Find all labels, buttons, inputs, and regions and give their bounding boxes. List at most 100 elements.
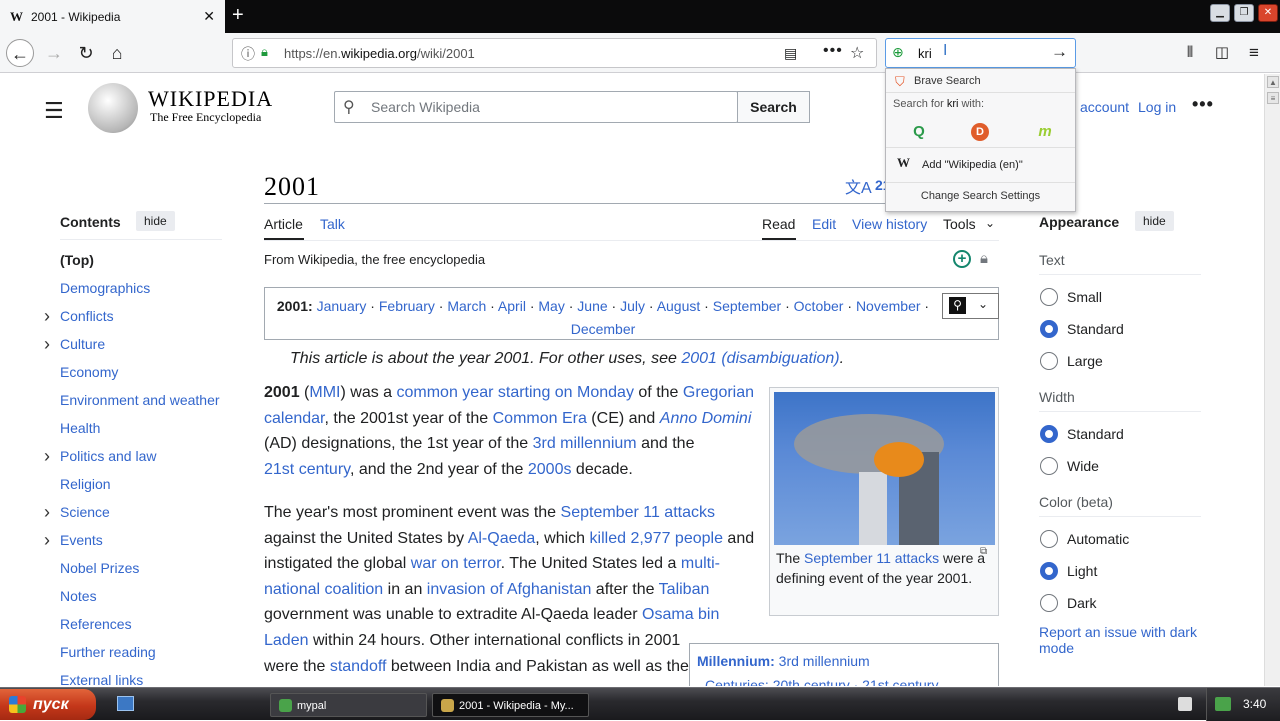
wikipedia-globe-logo[interactable]: [88, 83, 138, 133]
month-link[interactable]: June: [577, 298, 607, 314]
tab-active[interactable]: W 2001 - Wikipedia ✕: [0, 0, 225, 33]
library-icon[interactable]: ⫴: [1176, 39, 1204, 67]
month-link[interactable]: March: [447, 298, 486, 314]
toc-item[interactable]: Events: [60, 532, 103, 548]
info-icon[interactable]: ⓘ: [241, 44, 255, 64]
chevron-right-icon[interactable]: ›: [44, 447, 50, 465]
close-window-button[interactable]: ✕: [1258, 4, 1278, 22]
toc-item[interactable]: Culture: [60, 336, 105, 352]
radio-label[interactable]: Wide: [1067, 458, 1099, 474]
article-link[interactable]: Anno Domini: [660, 410, 752, 427]
keyboard-layout-icon[interactable]: [1178, 697, 1192, 711]
menu-icon[interactable]: ≡: [1240, 39, 1268, 67]
radio-label[interactable]: Automatic: [1067, 531, 1129, 547]
appearance-hide-button[interactable]: hide: [1135, 211, 1174, 231]
contents-hide-button[interactable]: hide: [136, 211, 175, 231]
chevron-right-icon[interactable]: ›: [44, 307, 50, 325]
article-link[interactable]: September 11 attacks: [561, 504, 715, 521]
network-icon[interactable]: [1215, 697, 1231, 711]
page-actions-icon[interactable]: •••: [823, 42, 843, 60]
url-bar[interactable]: ⓘ 🔒︎ https://en.wikipedia.org/wiki/2001 …: [232, 38, 877, 68]
month-link[interactable]: July: [620, 298, 645, 314]
more-options-icon[interactable]: •••: [1192, 94, 1214, 115]
centuries-line[interactable]: Centuries: 20th century · 21st century: [705, 677, 938, 686]
toc-item[interactable]: Conflicts: [60, 308, 114, 324]
add-watch-icon[interactable]: +: [953, 250, 971, 268]
browser-search-box[interactable]: ⊕ kri I →: [885, 38, 1076, 68]
article-link[interactable]: 3rd millennium: [533, 435, 637, 452]
wiki-search-button[interactable]: Search: [737, 91, 810, 123]
tab-talk[interactable]: Talk: [320, 216, 345, 232]
close-tab-icon[interactable]: ✕: [203, 8, 215, 25]
navbox-tool-button[interactable]: ⚲ ⌄: [942, 293, 999, 319]
september-11-photo[interactable]: [774, 392, 995, 545]
browser-search-text[interactable]: kri: [918, 46, 932, 61]
wiki-search-input[interactable]: [371, 93, 731, 121]
new-tab-icon[interactable]: +: [232, 4, 244, 26]
report-dark-mode-link[interactable]: Report an issue with dark mode: [1039, 624, 1209, 656]
vertical-scrollbar[interactable]: ▲ ≡: [1264, 74, 1280, 686]
tab-read[interactable]: Read: [762, 216, 795, 232]
radio-label[interactable]: Light: [1067, 563, 1097, 579]
radio-button[interactable]: [1040, 288, 1058, 306]
login-link[interactable]: Log in: [1138, 99, 1176, 115]
toc-item[interactable]: Economy: [60, 364, 118, 380]
toc-item[interactable]: Science: [60, 504, 110, 520]
toc-item[interactable]: External links: [60, 672, 143, 686]
main-menu-icon[interactable]: ☰: [44, 98, 64, 124]
chevron-down-icon[interactable]: ⌄: [985, 216, 995, 230]
article-link[interactable]: invasion of Afghanistan: [427, 581, 592, 598]
toc-item[interactable]: (Top): [60, 252, 94, 268]
month-link[interactable]: September: [713, 298, 781, 314]
sidebar-icon[interactable]: ◫: [1208, 39, 1236, 67]
taskbar-item-active[interactable]: 2001 - Wikipedia - My...: [432, 693, 589, 717]
radio-button[interactable]: [1040, 530, 1058, 548]
article-link[interactable]: war on terror: [411, 555, 501, 572]
month-link[interactable]: January: [317, 298, 367, 314]
search-go-arrow-icon[interactable]: →: [1051, 42, 1068, 62]
mojeek-icon[interactable]: m: [1034, 121, 1056, 143]
radio-label[interactable]: Dark: [1067, 595, 1097, 611]
show-desktop-icon[interactable]: [117, 696, 134, 711]
maximize-window-button[interactable]: ❐: [1234, 4, 1254, 22]
radio-label[interactable]: Large: [1067, 353, 1103, 369]
article-link[interactable]: Laden: [264, 632, 309, 649]
forward-arrow-icon[interactable]: →: [40, 39, 68, 67]
radio-label[interactable]: Small: [1067, 289, 1102, 305]
radio-button[interactable]: [1040, 320, 1058, 338]
millennium-link[interactable]: 3rd millennium: [779, 653, 870, 669]
create-account-link[interactable]: account: [1080, 99, 1129, 115]
radio-label[interactable]: Standard: [1067, 426, 1124, 442]
month-link[interactable]: November: [856, 298, 921, 314]
month-link[interactable]: October: [794, 298, 844, 314]
article-link[interactable]: 2000s: [528, 461, 572, 478]
month-link[interactable]: May: [538, 298, 564, 314]
radio-button[interactable]: [1040, 352, 1058, 370]
article-link[interactable]: Al-Qaeda: [468, 530, 536, 547]
article-link[interactable]: Taliban: [659, 581, 710, 598]
caption-link[interactable]: September 11 attacks: [804, 550, 939, 566]
toc-item[interactable]: Nobel Prizes: [60, 560, 139, 576]
month-link[interactable]: December: [571, 321, 636, 337]
month-link[interactable]: August: [657, 298, 701, 314]
month-link[interactable]: April: [498, 298, 526, 314]
start-button[interactable]: пуск: [0, 689, 96, 720]
toc-item[interactable]: References: [60, 616, 132, 632]
reload-icon[interactable]: ↻: [72, 39, 100, 67]
article-link[interactable]: common year starting on Monday: [397, 384, 634, 401]
scroll-up-icon[interactable]: ▲: [1267, 76, 1279, 88]
article-link[interactable]: calendar: [264, 410, 325, 427]
article-link[interactable]: multi-: [681, 555, 720, 572]
back-arrow-icon[interactable]: ←: [6, 39, 34, 67]
qwant-icon[interactable]: Q: [908, 121, 930, 143]
radio-button[interactable]: [1040, 594, 1058, 612]
article-link[interactable]: standoff: [330, 658, 387, 675]
add-search-engine-icon[interactable]: ⊕: [892, 44, 904, 61]
article-link[interactable]: killed 2,977 people: [590, 530, 723, 547]
article-link[interactable]: 21st century: [264, 461, 350, 478]
duckduckgo-icon[interactable]: D: [971, 123, 989, 141]
month-link[interactable]: February: [379, 298, 435, 314]
current-engine-label[interactable]: Brave Search: [914, 75, 981, 87]
logo-title[interactable]: WIKIPEDIA: [148, 86, 273, 112]
taskbar-item[interactable]: mypal: [270, 693, 427, 717]
